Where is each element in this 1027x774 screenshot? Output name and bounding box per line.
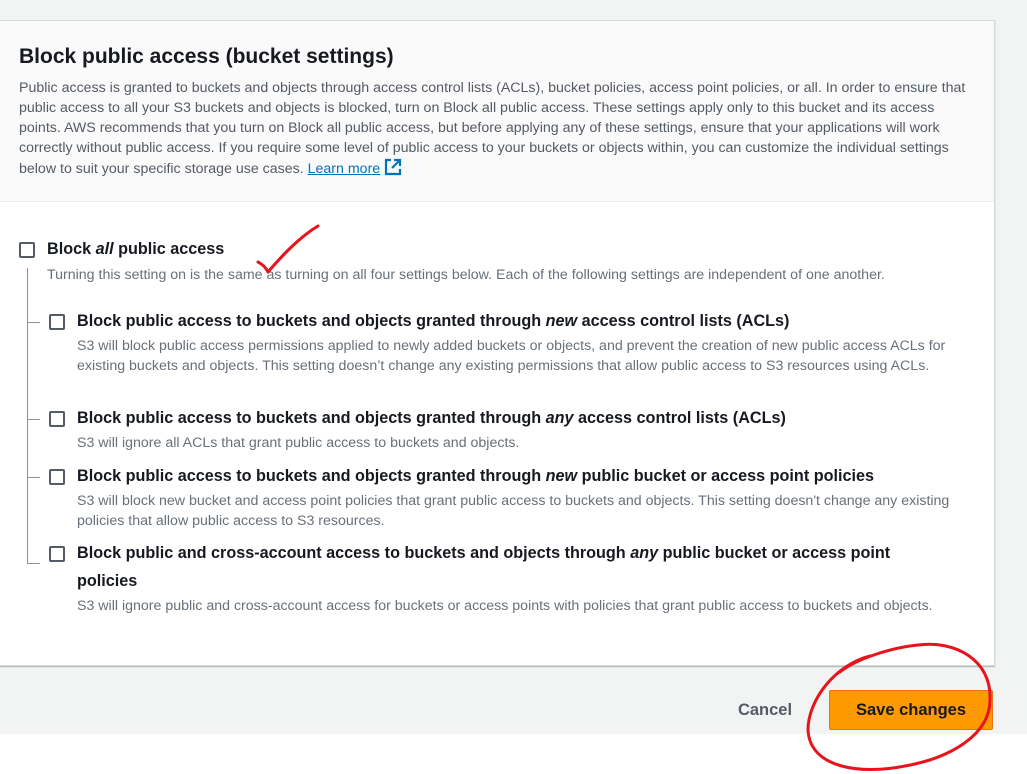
external-link-icon[interactable] (384, 158, 402, 182)
block-any-acls-description: S3 will ignore all ACLs that grant publi… (77, 435, 520, 451)
tree-connector-horizontal (27, 563, 40, 564)
label-emphasis: any (630, 544, 659, 562)
block-new-acls-description: S3 will block public access permissions … (77, 338, 946, 374)
block-new-policies-label[interactable]: Block public access to buckets and objec… (77, 467, 874, 486)
block-all-public-access-label[interactable]: Block all public access (47, 240, 224, 259)
block-any-acls-checkbox[interactable] (49, 411, 65, 427)
block-cross-account-label[interactable]: Block public and cross-account access to… (77, 544, 890, 563)
tree-connector-horizontal (27, 322, 40, 323)
tree-connector-vertical (27, 268, 28, 564)
learn-more-label: Learn more (307, 161, 381, 177)
label-emphasis: all (95, 240, 114, 258)
label-part: Block public and cross-account access to… (77, 544, 631, 562)
label-part: Block public access to buckets and objec… (77, 312, 546, 330)
block-cross-account-label-line2[interactable]: policies (77, 572, 137, 591)
tree-connector-horizontal (27, 477, 40, 478)
block-all-public-access-checkbox[interactable] (19, 242, 35, 258)
label-emphasis: any (545, 409, 574, 427)
panel-description-text: Public access is granted to buckets and … (19, 80, 966, 177)
block-new-acls-checkbox[interactable] (49, 314, 65, 330)
block-all-public-access-description: Turning this setting on is the same as t… (47, 267, 885, 283)
learn-more-link[interactable]: Learn more (308, 161, 381, 177)
label-part: access control lists (ACLs) (577, 312, 790, 330)
label-part: public bucket or access point (658, 544, 891, 562)
block-cross-account-checkbox[interactable] (49, 546, 65, 562)
label-part: public access (113, 240, 225, 258)
label-emphasis: new (545, 467, 578, 485)
block-new-acls-label[interactable]: Block public access to buckets and objec… (77, 312, 789, 331)
block-cross-account-description: S3 will ignore public and cross-account … (77, 598, 933, 614)
panel-title: Block public access (bucket settings) (19, 45, 394, 68)
label-part: Block (47, 240, 96, 258)
block-any-acls-label[interactable]: Block public access to buckets and objec… (77, 409, 786, 428)
tree-connector-horizontal (27, 419, 40, 420)
block-new-policies-checkbox[interactable] (49, 469, 65, 485)
label-part: public bucket or access point policies (577, 467, 874, 485)
label-part: Block public access to buckets and objec… (77, 467, 546, 485)
panel-header: Block public access (bucket settings) Pu… (0, 21, 994, 202)
cancel-button[interactable]: Cancel (720, 690, 810, 730)
panel-description: Public access is granted to buckets and … (19, 78, 969, 182)
label-part: Block public access to buckets and objec… (77, 409, 546, 427)
label-part: access control lists (ACLs) (573, 409, 786, 427)
block-new-policies-description: S3 will block new bucket and access poin… (77, 493, 950, 529)
save-changes-button[interactable]: Save changes (829, 690, 993, 730)
label-emphasis: new (545, 312, 578, 330)
